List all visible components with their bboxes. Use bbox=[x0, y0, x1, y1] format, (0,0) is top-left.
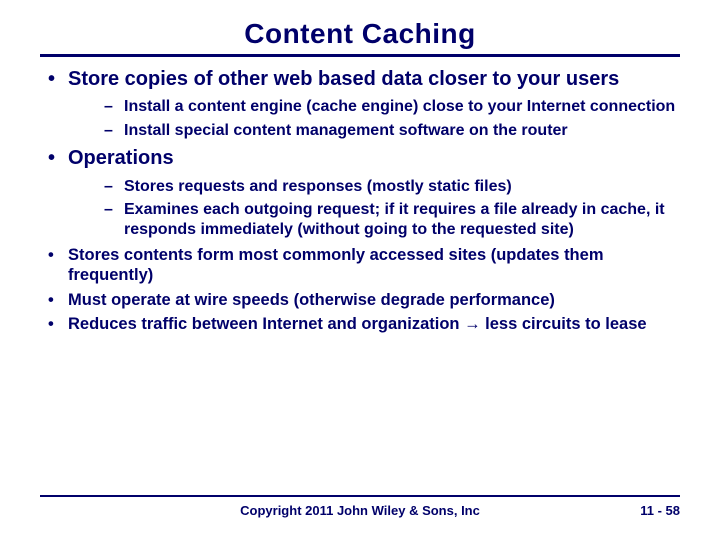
bullet-5: Reduces traffic between Internet and org… bbox=[40, 314, 680, 334]
bullet-2-sub-2: Examines each outgoing request; if it re… bbox=[68, 200, 680, 239]
footer-copyright: Copyright 2011 John Wiley & Sons, Inc bbox=[240, 503, 480, 518]
slide-footer: Copyright 2011 John Wiley & Sons, Inc 11… bbox=[40, 495, 680, 519]
bullet-2: Operations Stores requests and responses… bbox=[40, 146, 680, 239]
slide-container: Content Caching Store copies of other we… bbox=[0, 0, 720, 540]
bullet-list: Store copies of other web based data clo… bbox=[40, 67, 680, 239]
bullet-4: Must operate at wire speeds (otherwise d… bbox=[40, 290, 680, 310]
bullet-1-sub-1: Install a content engine (cache engine) … bbox=[68, 97, 680, 117]
slide-title: Content Caching bbox=[40, 18, 680, 50]
bullet-1: Store copies of other web based data clo… bbox=[40, 67, 680, 140]
bullet-1-subs: Install a content engine (cache engine) … bbox=[68, 97, 680, 140]
bullet-3: Stores contents form most commonly acces… bbox=[40, 245, 680, 285]
footer-rule bbox=[40, 495, 680, 498]
bullet-2-text: Operations bbox=[68, 147, 174, 169]
footer-row: Copyright 2011 John Wiley & Sons, Inc 11… bbox=[40, 503, 680, 518]
bullet-2-subs: Stores requests and responses (mostly st… bbox=[68, 177, 680, 240]
footer-page-number: 11 - 58 bbox=[640, 503, 680, 518]
bullet-1-text: Store copies of other web based data clo… bbox=[68, 68, 619, 90]
bullet-1-sub-2: Install special content management softw… bbox=[68, 121, 680, 141]
bullet-2-sub-1: Stores requests and responses (mostly st… bbox=[68, 177, 680, 197]
title-underline bbox=[40, 54, 680, 57]
bullet-list-cont: Stores contents form most commonly acces… bbox=[40, 245, 680, 334]
